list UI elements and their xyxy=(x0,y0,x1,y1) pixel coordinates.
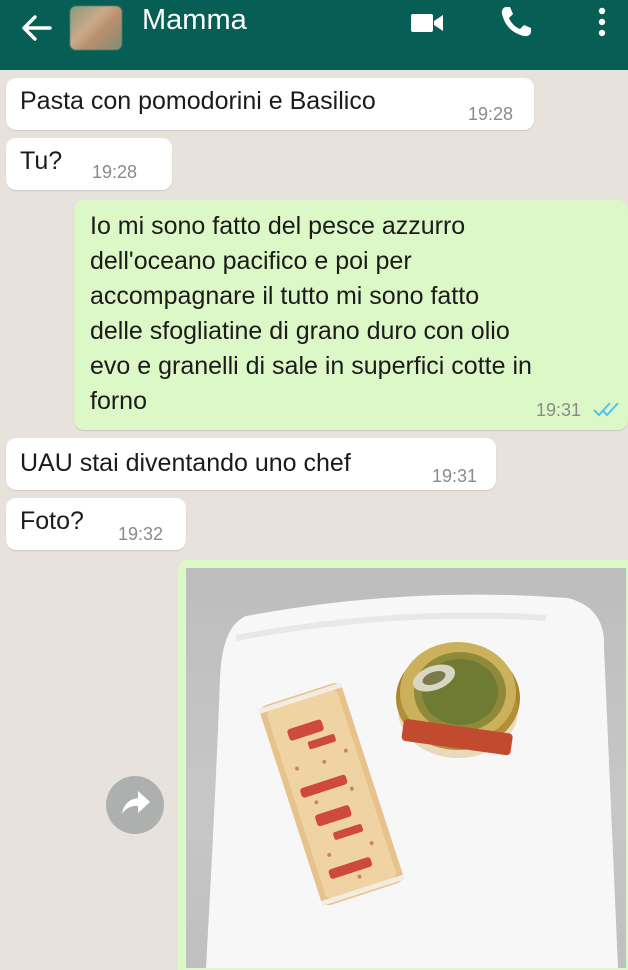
message-incoming[interactable]: Pasta con pomodorini e Basilico 19:28 xyxy=(6,78,534,130)
forward-arrow-icon xyxy=(122,791,150,814)
message-text: Pasta con pomodorini e Basilico xyxy=(20,87,376,115)
message-text: Foto? xyxy=(20,507,84,535)
phone-icon[interactable] xyxy=(498,4,534,40)
message-time: 19:32 xyxy=(118,524,164,544)
message-text: Io mi sono fatto del pesce azzurro dell'… xyxy=(90,212,532,415)
message-time: 19:31 xyxy=(432,466,478,486)
chat-area[interactable]: Pasta con pomodorini e Basilico 19:28 Tu… xyxy=(0,70,628,970)
message-incoming[interactable]: Foto? 19:32 xyxy=(6,498,186,550)
avatar[interactable] xyxy=(70,6,122,50)
message-incoming[interactable]: Tu? 19:28 xyxy=(6,138,172,190)
read-double-check-icon xyxy=(593,402,619,417)
more-options-icon[interactable] xyxy=(594,6,610,38)
message-time: 19:31 xyxy=(536,400,582,420)
message-time: 19:28 xyxy=(468,104,514,124)
contact-name[interactable]: Mamma xyxy=(142,4,247,37)
message-text: Tu? xyxy=(20,147,63,175)
back-arrow-icon[interactable] xyxy=(18,10,54,46)
video-call-icon[interactable] xyxy=(410,10,444,36)
image-message-photo[interactable] xyxy=(186,568,626,968)
chat-header: Mamma xyxy=(0,0,628,70)
message-outgoing[interactable]: Io mi sono fatto del pesce azzurro dell'… xyxy=(74,200,628,430)
forward-button[interactable] xyxy=(106,776,164,834)
message-text: UAU stai diventando uno chef xyxy=(20,449,351,477)
photo-content xyxy=(206,594,618,968)
message-incoming[interactable]: UAU stai diventando uno chef 19:31 xyxy=(6,438,496,490)
message-time: 19:28 xyxy=(92,162,138,182)
